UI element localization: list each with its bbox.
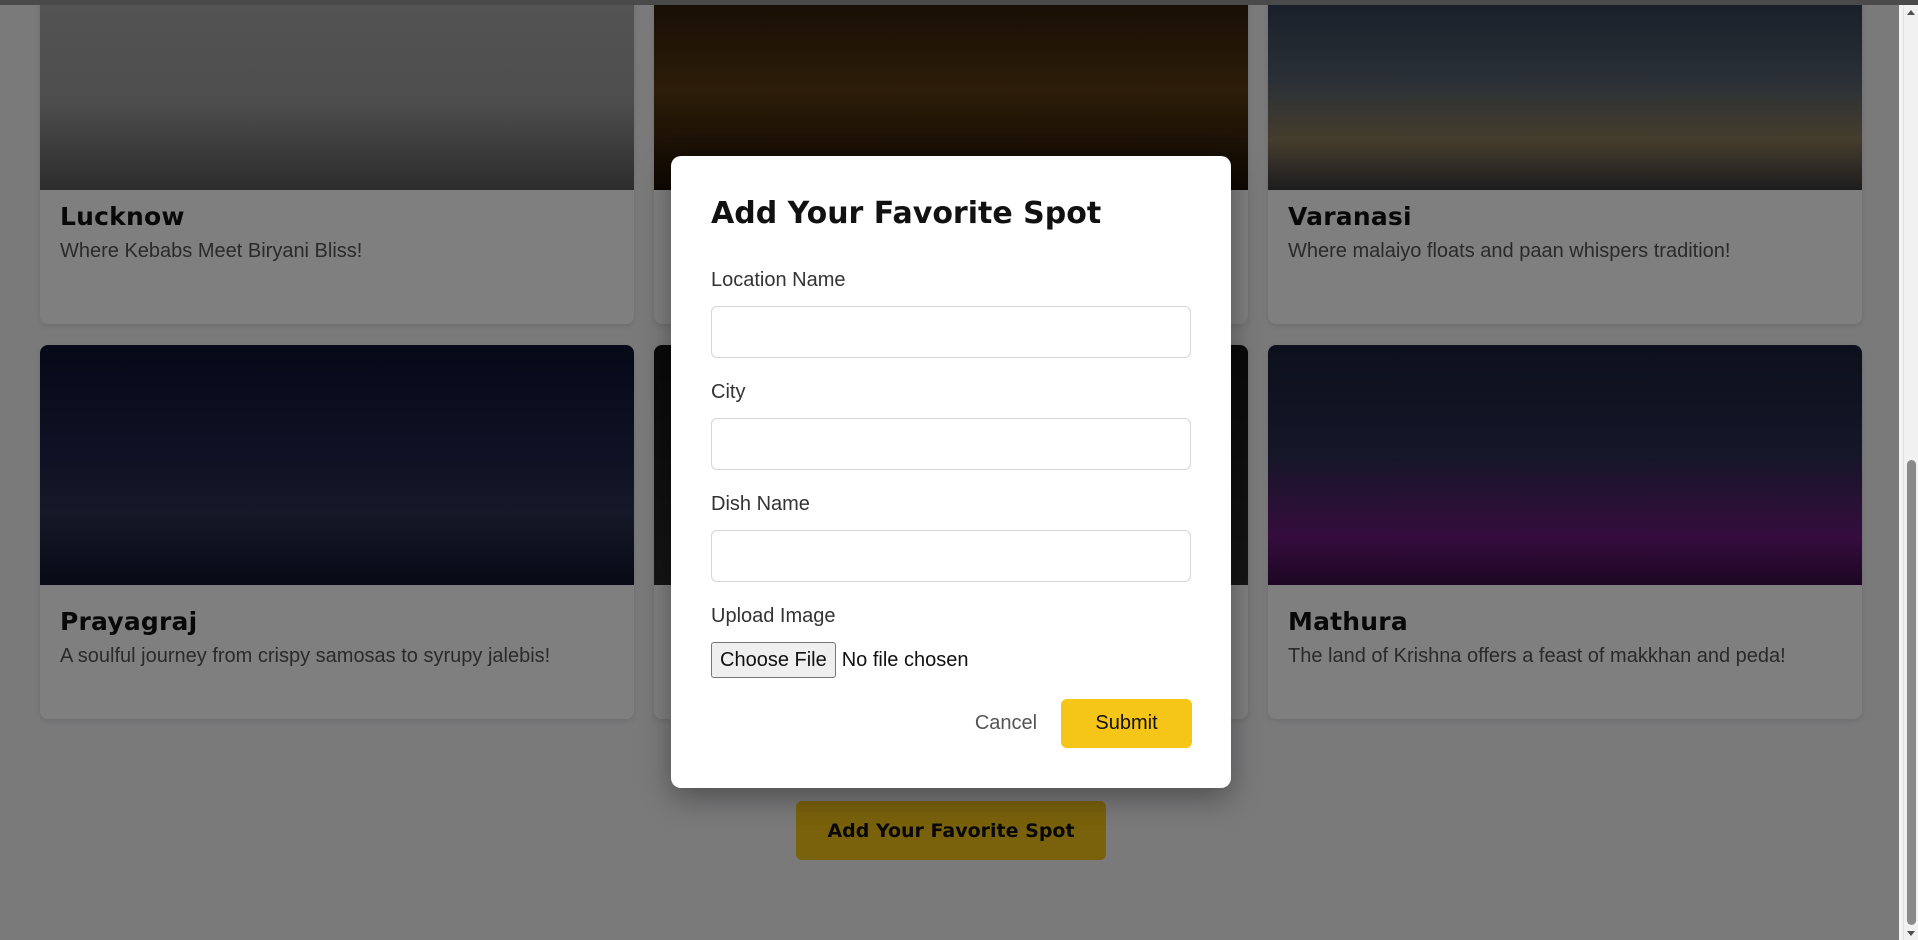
add-spot-modal: Add Your Favorite Spot Location Name Cit… (671, 156, 1231, 788)
file-status-text: No file chosen (841, 648, 969, 671)
dish-name-input[interactable] (711, 530, 1191, 582)
browser-top-edge (0, 0, 1918, 5)
scroll-up-arrow-icon[interactable] (1907, 10, 1915, 15)
submit-button[interactable]: Submit (1061, 699, 1192, 748)
dish-name-label: Dish Name (711, 493, 810, 515)
cancel-button[interactable]: Cancel (941, 699, 1071, 748)
city-input[interactable] (711, 418, 1191, 470)
scrollbar-thumb[interactable] (1907, 460, 1916, 925)
choose-file-button[interactable]: Choose File (711, 642, 836, 678)
file-upload-row: Choose File No file chosen (711, 642, 968, 678)
city-label: City (711, 381, 746, 403)
upload-image-label: Upload Image (711, 605, 836, 627)
modal-title: Add Your Favorite Spot (711, 196, 1102, 231)
location-name-input[interactable] (711, 306, 1191, 358)
location-name-label: Location Name (711, 269, 846, 291)
scroll-down-arrow-icon[interactable] (1907, 931, 1915, 936)
vertical-scrollbar[interactable] (1903, 5, 1918, 940)
